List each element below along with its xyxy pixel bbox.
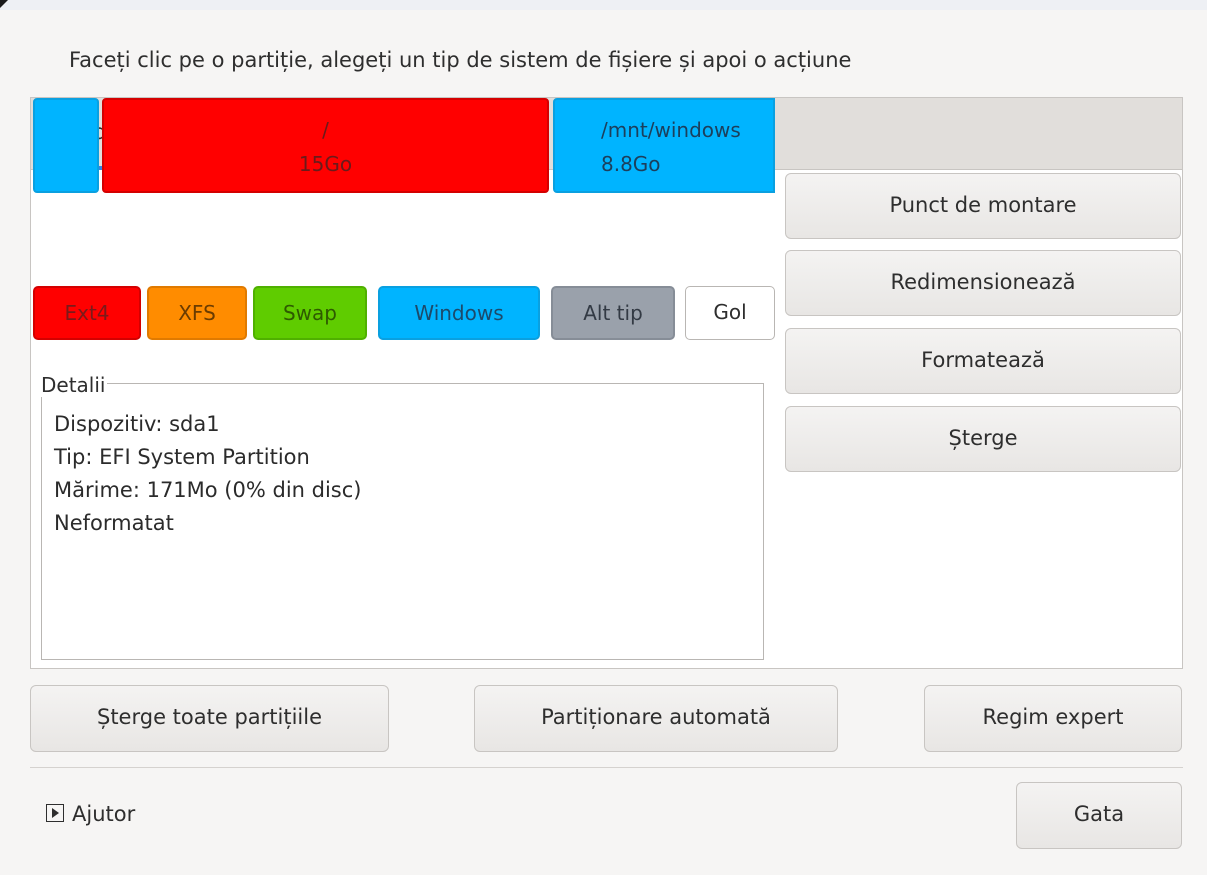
fs-type-empty-button[interactable]: Gol: [685, 286, 775, 340]
fs-type-swap-button[interactable]: Swap: [253, 286, 367, 340]
details-size: Mărime: 171Mo (0% din disc): [54, 478, 362, 502]
delete-button[interactable]: Șterge: [785, 406, 1181, 472]
fs-type-xfs-button[interactable]: XFS: [147, 286, 247, 340]
partition-mount: /: [322, 118, 329, 142]
details-legend: Detalii: [41, 373, 108, 397]
partition-size: 15Go: [298, 152, 353, 176]
resize-button[interactable]: Redimensionează: [785, 250, 1181, 316]
window-top-edge: [0, 0, 1207, 10]
done-button[interactable]: Gata: [1016, 782, 1182, 849]
format-button[interactable]: Formatează: [785, 328, 1181, 394]
details-text: Dispozitiv: sda1 Tip: EFI System Partiti…: [54, 408, 361, 540]
expert-mode-button[interactable]: Regim expert: [924, 685, 1182, 752]
auto-partition-button[interactable]: Partiționare automată: [474, 685, 838, 752]
fs-type-other-button[interactable]: Alt tip: [551, 286, 675, 340]
details-status: Neformatat: [54, 511, 174, 535]
separator: [30, 767, 1183, 768]
partition-root[interactable]: / 15Go: [102, 98, 549, 193]
window-corner-marker: [0, 0, 8, 8]
disk-notebook: sda / 15Go /mnt/windows 8.8Go Ext4 XFS S…: [30, 97, 1183, 669]
clear-all-partitions-button[interactable]: Șterge toate partițiile: [30, 685, 389, 752]
instruction-text: Faceți clic pe o partiție, alegeți un ti…: [69, 48, 852, 72]
details-type: Tip: EFI System Partition: [54, 445, 310, 469]
partition-sda1[interactable]: [33, 98, 99, 193]
details-frame: Dispozitiv: sda1 Tip: EFI System Partiti…: [41, 383, 764, 660]
fs-type-ext4-button[interactable]: Ext4: [33, 286, 141, 340]
partition-mount: /mnt/windows: [601, 118, 741, 142]
details-device: Dispozitiv: sda1: [54, 412, 220, 436]
partition-windows[interactable]: /mnt/windows 8.8Go: [553, 98, 775, 193]
fs-type-windows-button[interactable]: Windows: [378, 286, 540, 340]
partition-size: 8.8Go: [601, 152, 661, 176]
help-label: Ajutor: [72, 802, 136, 826]
expander-arrow-icon: [46, 804, 64, 822]
mount-point-button[interactable]: Punct de montare: [785, 173, 1181, 239]
